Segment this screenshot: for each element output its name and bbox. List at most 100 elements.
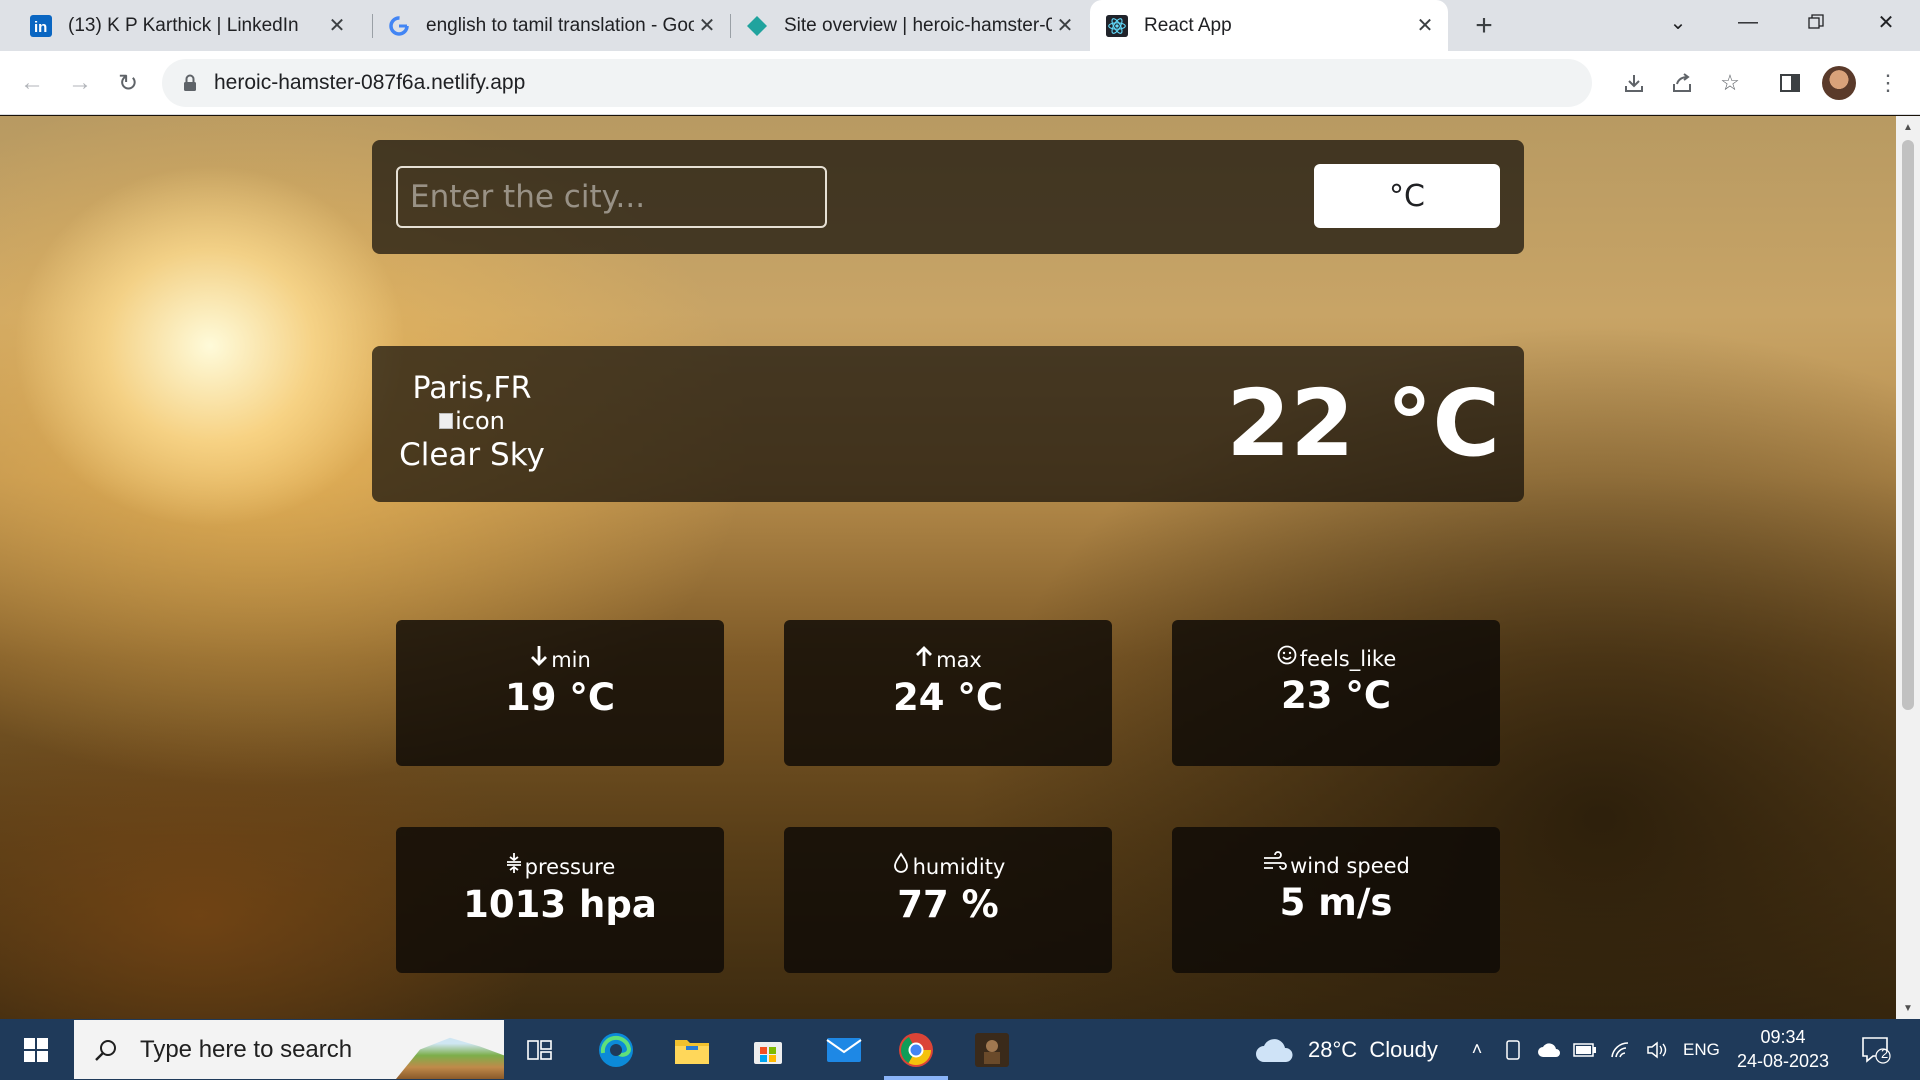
card-label: max — [936, 647, 982, 672]
tab-title: React App — [1144, 14, 1232, 36]
card-label: min — [551, 647, 591, 672]
chrome-icon[interactable] — [884, 1024, 948, 1080]
scroll-down-icon[interactable]: ▼ — [1896, 999, 1920, 1017]
humidity-card: humidity 77 % — [784, 827, 1112, 973]
weather-condition-icon: icon — [439, 406, 505, 436]
notification-count: 2 — [1881, 1046, 1889, 1061]
min-temp-card: min 19 °C — [396, 620, 724, 766]
feels-like-card: feels_like 23 °C — [1172, 620, 1500, 766]
weather-widget[interactable]: 28°C Cloudy — [1254, 1019, 1438, 1080]
clock[interactable]: 09:34 24-08-2023 — [1735, 1025, 1831, 1073]
card-value: 5 m/s — [1279, 881, 1393, 924]
scrollbar-thumb[interactable] — [1902, 140, 1914, 710]
card-label: humidity — [912, 854, 1006, 879]
scroll-up-icon[interactable]: ▲ — [1896, 118, 1920, 136]
tab-react-app[interactable]: React App ✕ — [1090, 0, 1448, 51]
clock-time: 09:34 — [1760, 1027, 1806, 1047]
tab-search-chevron-icon[interactable]: ⌄ — [1648, 0, 1708, 44]
tab-linkedin[interactable]: in (13) K P Karthick | LinkedIn ✕ — [0, 0, 360, 51]
tab-netlify[interactable]: Site overview | heroic-hamster-0 ✕ — [730, 0, 1088, 51]
profile-avatar[interactable] — [1822, 66, 1856, 100]
file-explorer-icon[interactable] — [660, 1024, 724, 1076]
forward-icon[interactable]: → — [62, 65, 98, 101]
city-search-input[interactable] — [396, 166, 827, 228]
location-block: Paris,FR icon Clear Sky — [392, 372, 552, 474]
tab-title: Site overview | heroic-hamster-0 — [784, 14, 1052, 36]
lock-icon — [180, 74, 200, 92]
reload-icon[interactable]: ↻ — [110, 65, 146, 101]
wind-icon — [1262, 851, 1290, 880]
compress-icon — [505, 851, 525, 882]
tab-google-translate[interactable]: english to tamil translation - Goo ✕ — [372, 0, 730, 51]
share-icon[interactable] — [1664, 65, 1700, 101]
weather-description: Clear Sky — [399, 437, 545, 473]
google-icon — [388, 15, 410, 37]
url-text: heroic-hamster-087f6a.netlify.app — [214, 71, 526, 94]
taskbar-search-box[interactable]: Type here to search — [74, 1020, 504, 1079]
card-value: 23 °C — [1280, 674, 1392, 717]
clock-date: 24-08-2023 — [1736, 1051, 1830, 1071]
microsoft-store-icon[interactable] — [736, 1024, 800, 1076]
card-value: 1013 hpa — [463, 883, 657, 926]
onedrive-cloud-icon[interactable] — [1536, 1037, 1562, 1063]
unit-toggle-button[interactable]: °C — [1314, 164, 1500, 228]
game-app-icon[interactable] — [960, 1024, 1024, 1076]
windows-start-icon[interactable] — [8, 1029, 64, 1071]
address-bar[interactable]: heroic-hamster-087f6a.netlify.app — [162, 59, 1592, 107]
icon-alt-text: icon — [455, 407, 505, 435]
browser-toolbar: ← → ↻ heroic-hamster-087f6a.netlify.app … — [0, 51, 1920, 115]
wifi-icon[interactable] — [1608, 1037, 1634, 1063]
search-icon — [94, 1038, 118, 1062]
more-menu-icon[interactable]: ⋮ — [1870, 65, 1906, 101]
install-app-icon[interactable] — [1616, 65, 1652, 101]
tab-title: (13) K P Karthick | LinkedIn — [68, 14, 299, 36]
windows-taskbar: Type here to search 28°C Cloudy ˄ ENG 09… — [0, 1019, 1920, 1080]
notification-center-icon[interactable]: 2 — [1856, 1031, 1896, 1069]
taskbar-search-placeholder: Type here to search — [140, 1035, 353, 1063]
smile-icon — [1276, 644, 1300, 673]
card-label: wind speed — [1290, 853, 1410, 878]
card-value: 19 °C — [504, 676, 616, 719]
chevron-up-icon[interactable]: ˄ — [1464, 1037, 1490, 1063]
current-weather-panel: Paris,FR icon Clear Sky 22 °C — [372, 346, 1524, 502]
close-window-icon[interactable]: ✕ — [1856, 0, 1916, 44]
battery-icon[interactable] — [1572, 1037, 1598, 1063]
close-tab-icon[interactable]: ✕ — [694, 13, 720, 39]
mail-icon[interactable] — [812, 1024, 876, 1076]
card-label: feels_like — [1299, 646, 1397, 671]
current-temperature: 22 °C — [1226, 370, 1500, 477]
close-tab-icon[interactable]: ✕ — [1412, 13, 1438, 39]
weather-app-page: °C Paris,FR icon Clear Sky 22 °C min 19 … — [0, 116, 1920, 1019]
browser-tab-strip: in (13) K P Karthick | LinkedIn ✕ englis… — [0, 0, 1920, 51]
close-tab-icon[interactable]: ✕ — [1052, 13, 1078, 39]
restore-icon[interactable] — [1786, 0, 1846, 44]
react-icon — [1106, 14, 1128, 37]
close-tab-icon[interactable]: ✕ — [324, 13, 350, 39]
droplet-icon — [891, 851, 913, 882]
language-indicator[interactable]: ENG — [1683, 1019, 1720, 1080]
device-icon[interactable] — [1500, 1037, 1526, 1063]
volume-icon[interactable] — [1644, 1037, 1670, 1063]
minimize-icon[interactable]: — — [1718, 0, 1778, 44]
new-tab-button[interactable]: + — [1466, 8, 1502, 44]
search-bar: °C — [372, 140, 1524, 254]
tab-title: english to tamil translation - Goo — [426, 14, 694, 36]
netlify-icon — [746, 15, 768, 37]
svg-text:in: in — [34, 19, 47, 36]
back-icon[interactable]: ← — [14, 65, 50, 101]
page-scrollbar[interactable]: ▲ ▼ — [1896, 116, 1920, 1019]
linkedin-icon: in — [30, 14, 52, 37]
max-temp-card: max 24 °C — [784, 620, 1112, 766]
system-tray: ˄ — [1464, 1019, 1670, 1080]
cloud-icon — [1254, 1036, 1296, 1064]
pressure-card: pressure 1013 hpa — [396, 827, 724, 973]
card-value: 77 % — [897, 883, 999, 926]
weather-text: 28°C Cloudy — [1308, 1036, 1438, 1062]
arrow-up-icon — [914, 644, 936, 675]
side-panel-icon[interactable] — [1772, 65, 1808, 101]
task-view-icon[interactable] — [508, 1024, 572, 1076]
card-label: pressure — [524, 854, 616, 879]
bookmark-star-icon[interactable]: ☆ — [1712, 65, 1748, 101]
search-highlight-image — [396, 1037, 504, 1079]
edge-icon[interactable] — [584, 1024, 648, 1076]
